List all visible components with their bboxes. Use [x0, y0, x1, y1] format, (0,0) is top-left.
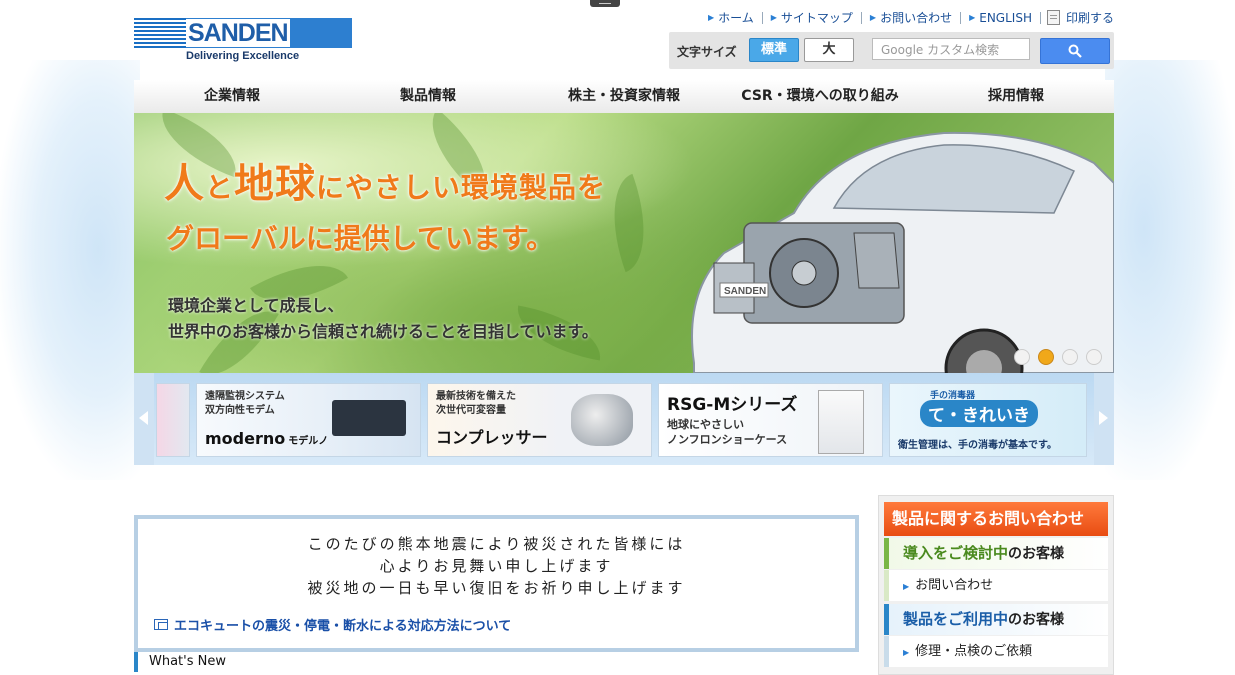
carousel-next-button[interactable] — [1094, 373, 1114, 465]
banner-partial[interactable] — [156, 383, 190, 457]
slide-dot-1[interactable] — [1014, 349, 1030, 365]
slide-dot-3[interactable] — [1062, 349, 1078, 365]
logo-tagline: Delivering Excellence — [186, 50, 300, 62]
showcase-image — [818, 390, 864, 454]
banner-carousel: 遠隔監視システム 双方向性モデム moderno モデルノ 最新技術を備えた 次世… — [134, 373, 1114, 465]
sidebar-section-considering: 導入をご検討中のお客様 — [884, 538, 1108, 569]
modem-image — [332, 400, 406, 436]
nav-recruit[interactable]: 採用情報 — [918, 80, 1114, 113]
nav-products[interactable]: 製品情報 — [330, 80, 526, 113]
nav-csr[interactable]: CSR・環境への取り組み — [722, 80, 918, 113]
search-icon — [1068, 44, 1082, 58]
notice-line: 心よりお見舞い申し上げます — [379, 557, 614, 575]
sky-background-left — [0, 60, 140, 480]
header-toolbox: 文字サイズ 標準 大 Google カスタム検索 — [669, 32, 1114, 69]
util-link-home[interactable]: ▶ ホーム — [700, 11, 763, 24]
arrow-right-icon: ▶ — [770, 12, 777, 22]
sidebar-section-using: 製品をご利用中のお客様 — [884, 604, 1108, 635]
new-window-icon — [154, 619, 168, 630]
print-link[interactable]: 印刷する — [1046, 9, 1114, 26]
arrow-right-icon: ▶ — [903, 582, 910, 591]
arrow-right-icon: ▶ — [869, 12, 877, 22]
slide-dot-2[interactable] — [1038, 349, 1054, 365]
banner-compressor[interactable]: 最新技術を備えた 次世代可変容量 コンプレッサー — [427, 383, 652, 457]
arrow-right-icon: ▶ — [903, 648, 910, 657]
logo-brand: SANDEN — [186, 19, 290, 47]
hero-headline: 人と地球にやさしい環境製品を — [164, 161, 607, 207]
product-inquiry-sidebar: 製品に関するお問い合わせ 導入をご検討中のお客様 ▶ お問い合わせ 製品をご利用中… — [878, 495, 1114, 675]
logo-stripes-icon — [134, 18, 186, 48]
slide-indicators — [1014, 349, 1102, 365]
search-input[interactable]: Google カスタム検索 — [872, 38, 1030, 60]
sidebar-link-inquiry[interactable]: ▶ お問い合わせ — [884, 570, 1108, 601]
search-button[interactable] — [1040, 38, 1110, 64]
hero-banner[interactable]: SANDEN 人と地球にやさしい環境製品を グローバルに提供しています。 環境企… — [134, 113, 1114, 373]
banner-tekireiki[interactable]: 手の消毒器 て・きれいき 衛生管理は、手の消毒が基本です。 — [889, 383, 1087, 457]
util-link-contact[interactable]: ▶ お問い合わせ — [862, 11, 962, 24]
print-icon — [1046, 10, 1060, 25]
nav-corporate[interactable]: 企業情報 — [134, 80, 330, 113]
ecocute-link[interactable]: エコキュートの震災・停電・断水による対応方法について — [154, 615, 511, 634]
compressor-image — [571, 394, 633, 446]
menu-handle-icon[interactable] — [590, 0, 620, 7]
hero-subtext: 環境企業として成長し、 世界中のお客様から信頼され続けることを目指しています。 — [168, 296, 598, 341]
earthquake-notice: このたびの熊本地震により被災された皆様には 心よりお見舞い申し上げます 被災地の… — [134, 515, 859, 652]
whats-new-heading: What's New — [134, 652, 874, 672]
global-nav: 企業情報 製品情報 株主・投資家情報 CSR・環境への取り組み 採用情報 — [134, 80, 1114, 114]
slide-dot-4[interactable] — [1086, 349, 1102, 365]
chevron-left-icon — [139, 411, 148, 425]
font-size-large-button[interactable]: 大 — [804, 38, 854, 62]
util-link-english[interactable]: ▶ ENGLISH — [961, 11, 1041, 24]
sidebar-title: 製品に関するお問い合わせ — [884, 502, 1108, 536]
font-size-standard-button[interactable]: 標準 — [749, 38, 799, 62]
util-link-sitemap[interactable]: ▶ サイトマップ — [763, 11, 862, 24]
car-illustration: SANDEN — [691, 131, 1114, 373]
sidebar-link-repair[interactable]: ▶ 修理・点検のご依頼 — [884, 636, 1108, 667]
utility-links: ▶ ホーム ▶ サイトマップ ▶ お問い合わせ ▶ ENGLISH 印刷する — [700, 9, 1114, 26]
nav-investors[interactable]: 株主・投資家情報 — [526, 80, 722, 113]
banner-rsg-m[interactable]: RSG-Mシリーズ 地球にやさしい ノンフロンショーケース — [658, 383, 883, 457]
font-size-label: 文字サイズ — [677, 45, 737, 59]
chevron-right-icon — [1099, 411, 1108, 425]
page-wrapper: SANDEN Delivering Excellence ▶ ホーム ▶ サイトマッ… — [134, 0, 1114, 675]
banner-moderno[interactable]: 遠隔監視システム 双方向性モデム moderno モデルノ — [196, 383, 421, 457]
car-badge: SANDEN — [724, 286, 766, 297]
arrow-right-icon: ▶ — [969, 12, 976, 22]
sanden-logo[interactable]: SANDEN Delivering Excellence — [134, 18, 354, 64]
arrow-right-icon: ▶ — [707, 12, 715, 22]
carousel-prev-button[interactable] — [134, 373, 154, 465]
sky-background-right — [1105, 60, 1235, 480]
hero-headline-2: グローバルに提供しています。 — [166, 222, 555, 255]
notice-line: このたびの熊本地震により被災された皆様には — [307, 535, 686, 553]
notice-line: 被災地の一日も早い復旧をお祈り申し上げます — [307, 579, 686, 597]
